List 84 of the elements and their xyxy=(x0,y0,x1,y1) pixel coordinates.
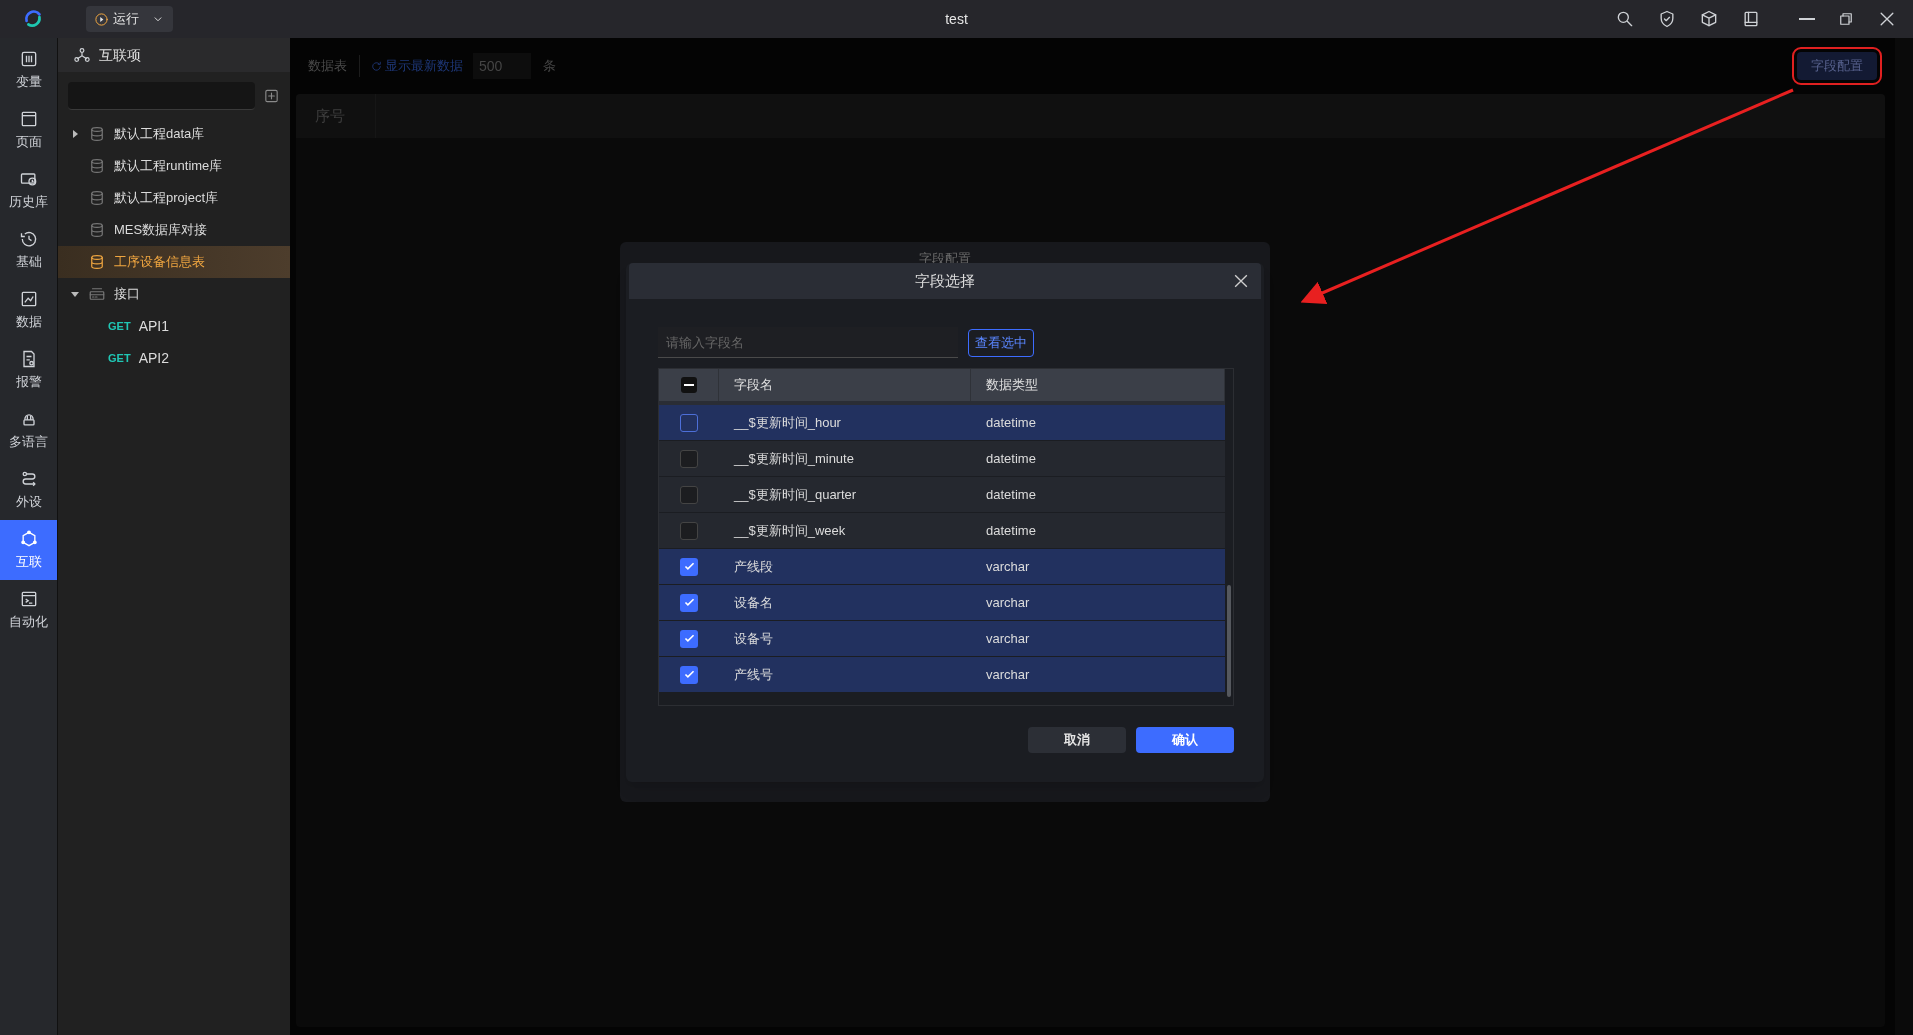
server-icon xyxy=(88,285,106,303)
refresh-icon xyxy=(370,59,383,73)
window-title: test xyxy=(944,9,969,29)
nav-item[interactable]: 基础 xyxy=(0,220,57,280)
nav-item[interactable]: 历史库 xyxy=(0,160,57,220)
table-cell-text: 产线段 xyxy=(733,557,774,576)
checkbox[interactable] xyxy=(680,413,698,432)
caret-down-icon[interactable] xyxy=(70,289,80,299)
table-cell-text: __$更新时间_week xyxy=(732,521,847,540)
nav-item[interactable]: 自动化 xyxy=(0,580,57,640)
scrollbar-thumb[interactable] xyxy=(1227,585,1231,697)
tree-item[interactable]: 接口 xyxy=(58,278,290,310)
table-cell-text: datetime xyxy=(985,413,1037,432)
checkbox[interactable] xyxy=(680,593,698,612)
tree-item[interactable]: MES数据库对接 xyxy=(58,214,290,246)
table-cell-text: datetime xyxy=(985,449,1037,468)
table-row[interactable]: __$更新时间_hour datetime xyxy=(659,405,1225,441)
checkbox[interactable] xyxy=(680,557,698,576)
caret-right-icon[interactable] xyxy=(70,129,80,139)
nav-item[interactable]: 多语言 xyxy=(0,400,57,460)
nav-item[interactable]: 页面 xyxy=(0,100,57,160)
dialog-title: 字段选择 xyxy=(915,270,975,291)
run-button[interactable]: 运行 xyxy=(86,6,173,32)
checkbox[interactable] xyxy=(680,521,698,540)
table-row[interactable]: 产线段 varchar xyxy=(659,549,1225,585)
hexagon-icon xyxy=(18,528,39,549)
database-icon xyxy=(88,253,106,271)
checkbox[interactable] xyxy=(680,449,698,468)
table-cell-text: 产线号 xyxy=(733,665,774,684)
cube-icon xyxy=(1699,9,1719,29)
tree-item[interactable]: GET API1 xyxy=(58,310,290,342)
tree-item[interactable]: 默认工程project库 xyxy=(58,182,290,214)
table-cell-text: varchar xyxy=(985,557,1031,576)
table-row[interactable]: 设备号 varchar xyxy=(659,621,1225,657)
table-cell-text: 设备号 xyxy=(733,629,774,648)
column-header: 数据类型 xyxy=(971,369,1225,401)
checkbox[interactable] xyxy=(680,485,698,504)
table-cell-text: __$更新时间_hour xyxy=(732,413,842,432)
check-icon xyxy=(682,668,696,681)
tree-item[interactable]: GET API2 xyxy=(58,342,290,374)
search-icon xyxy=(1615,9,1635,29)
nav-item[interactable]: 数据 xyxy=(0,280,57,340)
table-cell-text: datetime xyxy=(985,485,1037,504)
table-cell-text: __$更新时间_minute xyxy=(732,449,855,468)
search-field[interactable] xyxy=(68,82,255,110)
select-all-checkbox[interactable] xyxy=(680,377,697,393)
column-header: 字段名 xyxy=(719,369,971,401)
table-cell-text: 设备名 xyxy=(733,593,774,612)
database-icon xyxy=(88,221,106,239)
table-row[interactable]: 产线号 varchar xyxy=(659,657,1225,693)
tree-item[interactable]: 默认工程runtime库 xyxy=(58,150,290,182)
nav-item[interactable]: 外设 xyxy=(0,460,57,520)
check-icon xyxy=(682,632,696,645)
checkbox[interactable] xyxy=(680,665,698,684)
tree-item[interactable]: 默认工程data库 xyxy=(58,118,290,150)
table-cell-text: datetime xyxy=(985,521,1037,540)
nav-item[interactable]: 变量 xyxy=(0,40,57,100)
table-row[interactable]: __$更新时间_week datetime xyxy=(659,513,1225,549)
database-icon xyxy=(88,157,106,175)
table-row[interactable]: 设备名 varchar xyxy=(659,585,1225,621)
view-selected-button[interactable]: 查看选中 xyxy=(968,328,1034,357)
network-icon xyxy=(73,46,91,64)
database-icon xyxy=(88,125,106,143)
tree-item[interactable]: 工序设备信息表 xyxy=(58,246,290,278)
add-icon xyxy=(263,87,280,105)
database-icon xyxy=(88,189,106,207)
nav-item[interactable]: 互联 xyxy=(0,520,57,580)
unit-label: 条 xyxy=(543,57,556,76)
logo-icon xyxy=(22,8,44,30)
nav-item[interactable]: 报警 xyxy=(0,340,57,400)
table-cell-text: varchar xyxy=(985,593,1031,612)
restore-icon xyxy=(1837,10,1855,28)
table-cell-text: varchar xyxy=(985,629,1031,648)
play-icon xyxy=(94,11,109,27)
table-cell-text: varchar xyxy=(985,665,1031,684)
table-row[interactable]: __$更新时间_minute datetime xyxy=(659,441,1225,477)
check-icon xyxy=(682,560,696,573)
checkbox[interactable] xyxy=(680,629,698,648)
cancel-button[interactable]: 取消 xyxy=(1028,727,1126,753)
check-icon xyxy=(682,596,696,609)
confirm-button[interactable]: 确认 xyxy=(1136,727,1234,753)
panel-title: 互联项 xyxy=(99,45,141,65)
table-cell-text: __$更新时间_quarter xyxy=(732,485,858,504)
table-row[interactable]: __$更新时间_quarter datetime xyxy=(659,477,1225,513)
